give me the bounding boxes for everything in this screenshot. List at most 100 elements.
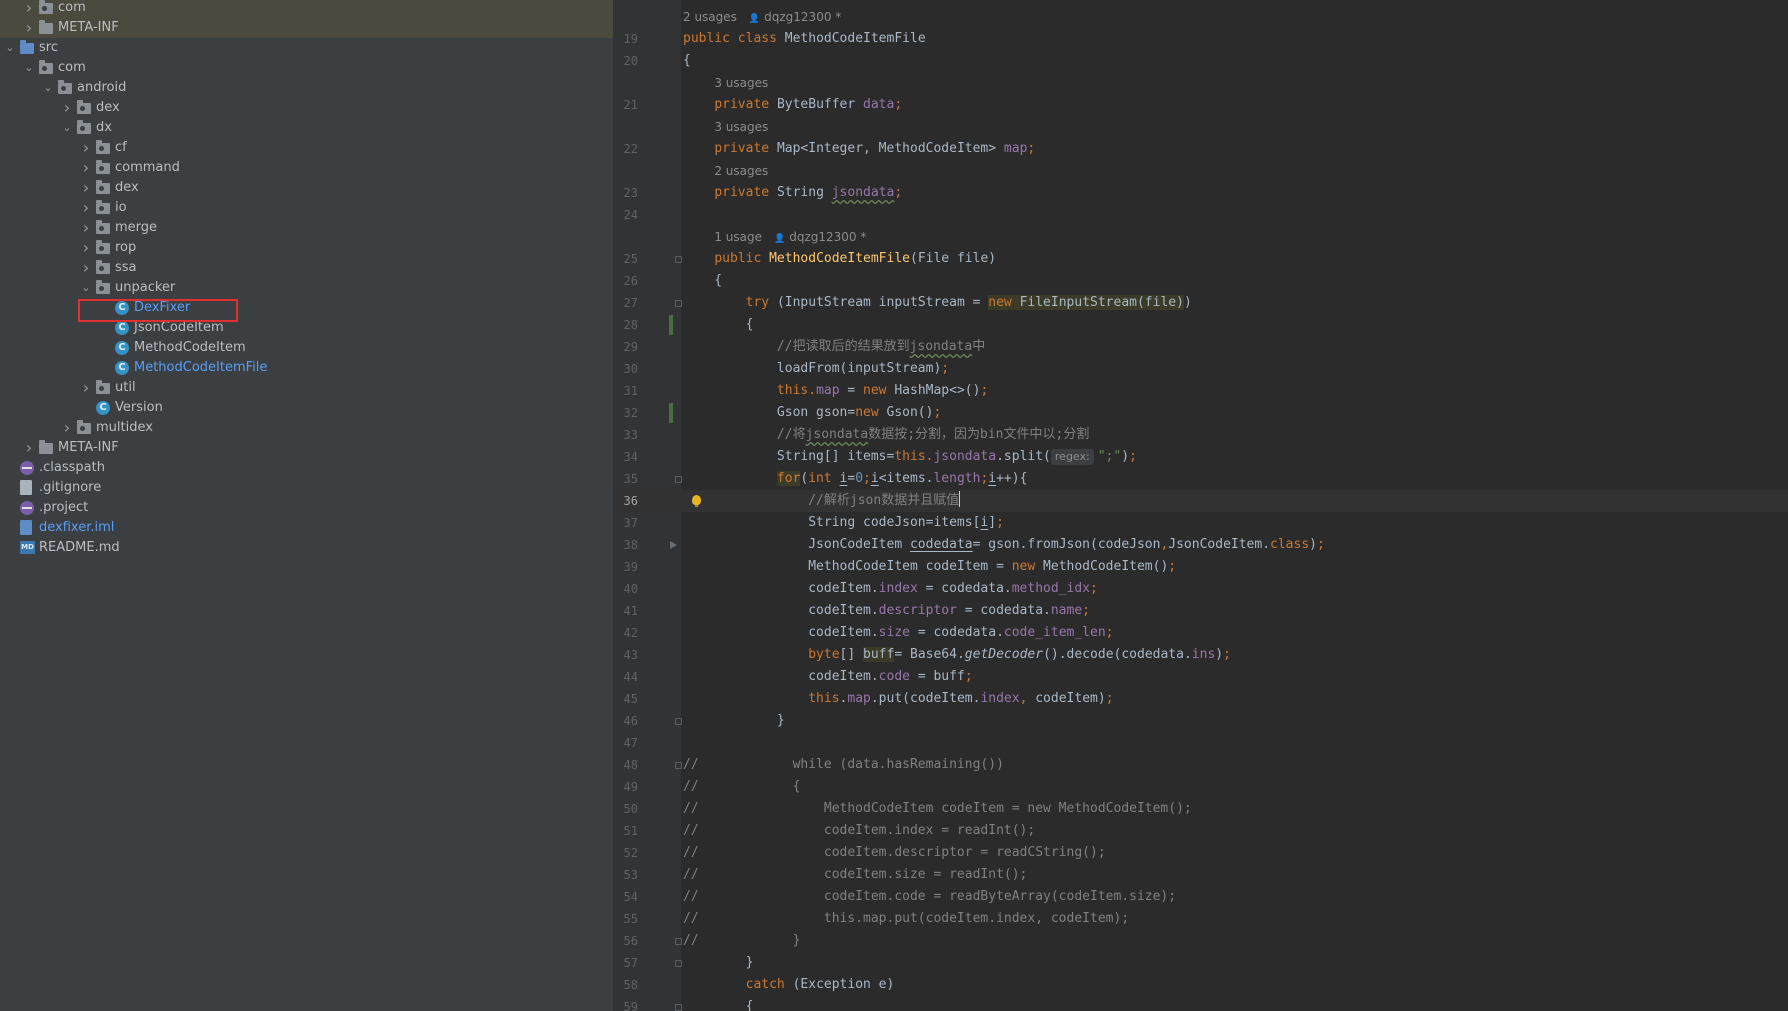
tree-item-com[interactable]: ⌄ com [0, 58, 613, 78]
code-text[interactable]: private ByteBuffer data; [683, 94, 902, 116]
usage-hint-text[interactable]: 3 usages [714, 116, 768, 138]
code-text[interactable]: //将jsondata数据按;分割，因为bin文件中以;分割 [683, 424, 1089, 446]
chevron-right-icon[interactable]: › [23, 18, 35, 38]
code-line-47[interactable]: 47 [613, 732, 1788, 754]
code-text[interactable]: byte[] buff= Base64.getDecoder().decode(… [683, 644, 1231, 666]
tree-item-dex[interactable]: › dex [0, 178, 613, 198]
chevron-right-icon[interactable]: › [80, 258, 92, 278]
tree-item-dex[interactable]: › dex [0, 98, 613, 118]
code-line-46[interactable]: 46 } [613, 710, 1788, 732]
code-text[interactable]: codeItem.size = codedata.code_item_len; [683, 622, 1113, 644]
code-line-53[interactable]: 53 // codeItem.size = readInt(); [613, 864, 1788, 886]
code-line-54[interactable]: 54 // codeItem.code = readByteArray(codeI… [613, 886, 1788, 908]
chevron-right-icon[interactable]: › [61, 98, 73, 118]
tree-item-unpacker[interactable]: ⌄ unpacker [0, 278, 613, 298]
code-line-48[interactable]: 48 // while (data.hasRemaining()) [613, 754, 1788, 776]
tree-item-project[interactable]: .project [0, 498, 613, 518]
tree-item-android[interactable]: ⌄ android [0, 78, 613, 98]
chevron-down-icon[interactable]: ⌄ [4, 38, 16, 58]
code-text[interactable]: //把读取后的结果放到jsondata中 [683, 336, 985, 358]
code-text[interactable]: String codeJson=items[i]; [683, 512, 1004, 534]
code-text[interactable]: this.map = new HashMap<>(); [683, 380, 988, 402]
tree-item-merge[interactable]: › merge [0, 218, 613, 238]
usage-count[interactable]: 1 usage [714, 230, 762, 244]
author-hint[interactable]: dqzg12300 * [774, 230, 866, 244]
code-text[interactable]: public MethodCodeItemFile(File file) [683, 248, 996, 270]
code-line-24[interactable]: 24 [613, 204, 1788, 226]
code-line-55[interactable]: 55 // this.map.put(codeItem.index, codeIt… [613, 908, 1788, 930]
tree-item-cf[interactable]: › cf [0, 138, 613, 158]
code-line-22[interactable]: 22 private Map<Integer, MethodCodeItem> … [613, 138, 1788, 160]
lightbulb-icon[interactable] [692, 495, 701, 507]
code-line-29[interactable]: 29 //把读取后的结果放到jsondata中 [613, 336, 1788, 358]
code-text[interactable]: // this.map.put(codeItem.index, codeItem… [683, 908, 1129, 930]
code-text[interactable]: try (InputStream inputStream = new FileI… [683, 292, 1192, 314]
chevron-down-icon[interactable]: ⌄ [80, 278, 92, 298]
usage-count[interactable]: 3 usages [714, 120, 768, 134]
code-line-37[interactable]: 37 String codeJson=items[i]; [613, 512, 1788, 534]
code-line-52[interactable]: 52 // codeItem.descriptor = readCString()… [613, 842, 1788, 864]
tree-item-meta-inf[interactable]: › META-INF [0, 438, 613, 458]
code-line-35[interactable]: 35 for(int i=0;i<items.length;i++){ [613, 468, 1788, 490]
chevron-right-icon[interactable]: › [80, 158, 92, 178]
code-line-34[interactable]: 34 String[] items=this.jsondata.split(re… [613, 446, 1788, 468]
usage-hint[interactable]: 3 usages [613, 72, 1788, 94]
code-text[interactable]: public class MethodCodeItemFile [683, 28, 926, 50]
chevron-right-icon[interactable]: › [23, 0, 35, 18]
code-text[interactable]: codeItem.descriptor = codedata.name; [683, 600, 1090, 622]
chevron-right-icon[interactable]: › [80, 378, 92, 398]
code-text[interactable]: //解析json数据并且赋值 [683, 490, 961, 512]
code-line-49[interactable]: 49 // { [613, 776, 1788, 798]
tree-item-version[interactable]: C Version [0, 398, 613, 418]
code-text[interactable]: JsonCodeItem codedata= gson.fromJson(cod… [683, 534, 1325, 556]
code-text[interactable]: private Map<Integer, MethodCodeItem> map… [683, 138, 1035, 160]
code-line-41[interactable]: 41 codeItem.descriptor = codedata.name; [613, 600, 1788, 622]
code-text[interactable]: catch (Exception e) [683, 974, 895, 996]
code-text[interactable]: codeItem.index = codedata.method_idx; [683, 578, 1098, 600]
code-text[interactable]: // { [683, 776, 800, 798]
usage-count[interactable]: 2 usages [683, 10, 737, 24]
tree-item-command[interactable]: › command [0, 158, 613, 178]
tree-item-classpath[interactable]: .classpath [0, 458, 613, 478]
code-text[interactable]: { [683, 314, 754, 336]
code-text[interactable]: codeItem.code = buff; [683, 666, 972, 688]
code-line-45[interactable]: 45 this.map.put(codeItem.index, codeItem… [613, 688, 1788, 710]
tree-item-methodcodeitemfile[interactable]: C MethodCodeItemFile [0, 358, 613, 378]
code-text[interactable]: loadFrom(inputStream); [683, 358, 949, 380]
tree-item-dx[interactable]: ⌄ dx [0, 118, 613, 138]
code-text[interactable]: // } [683, 930, 800, 952]
code-text[interactable]: { [683, 50, 691, 72]
code-text[interactable]: // while (data.hasRemaining()) [683, 754, 1004, 776]
code-text[interactable]: // codeItem.index = readInt(); [683, 820, 1035, 842]
code-text[interactable]: // codeItem.code = readByteArray(codeIte… [683, 886, 1176, 908]
code-text[interactable]: } [683, 952, 754, 974]
code-text[interactable]: MethodCodeItem codeItem = new MethodCode… [683, 556, 1176, 578]
code-line-42[interactable]: 42 codeItem.size = codedata.code_item_le… [613, 622, 1788, 644]
usage-hint-text[interactable]: 2 usages dqzg12300 * [683, 6, 841, 30]
code-text[interactable]: String[] items=this.jsondata.split(regex… [683, 446, 1137, 468]
code-line-38[interactable]: 38 JsonCodeItem codedata= gson.fromJson(… [613, 534, 1788, 556]
code-line-44[interactable]: 44 codeItem.code = buff; [613, 666, 1788, 688]
code-editor[interactable]: 2 usages dqzg12300 * 19 public class Method… [613, 0, 1788, 1011]
usage-hint[interactable]: 3 usages [613, 116, 1788, 138]
code-line-28[interactable]: 28 { [613, 314, 1788, 336]
code-line-25[interactable]: 25 public MethodCodeItemFile(File file) [613, 248, 1788, 270]
code-line-33[interactable]: 33 //将jsondata数据按;分割，因为bin文件中以;分割 [613, 424, 1788, 446]
code-text[interactable]: { [683, 996, 754, 1011]
code-line-39[interactable]: 39 MethodCodeItem codeItem = new MethodC… [613, 556, 1788, 578]
code-line-59[interactable]: 59 { [613, 996, 1788, 1011]
tree-item-rop[interactable]: › rop [0, 238, 613, 258]
code-text[interactable]: private String jsondata; [683, 182, 902, 204]
code-text[interactable]: Gson gson=new Gson(); [683, 402, 941, 424]
chevron-down-icon[interactable]: ⌄ [61, 118, 73, 138]
tree-item-util[interactable]: › util [0, 378, 613, 398]
code-text[interactable]: // codeItem.descriptor = readCString(); [683, 842, 1106, 864]
usage-hint[interactable]: 2 usages dqzg12300 * [613, 6, 1788, 28]
author-hint[interactable]: dqzg12300 * [749, 10, 841, 24]
code-line-31[interactable]: 31 this.map = new HashMap<>(); [613, 380, 1788, 402]
usage-count[interactable]: 2 usages [714, 164, 768, 178]
code-text[interactable]: for(int i=0;i<items.length;i++){ [683, 468, 1027, 490]
code-line-21[interactable]: 21 private ByteBuffer data; [613, 94, 1788, 116]
tree-item-readme-md[interactable]: MD README.md [0, 538, 613, 558]
code-line-20[interactable]: 20 { [613, 50, 1788, 72]
